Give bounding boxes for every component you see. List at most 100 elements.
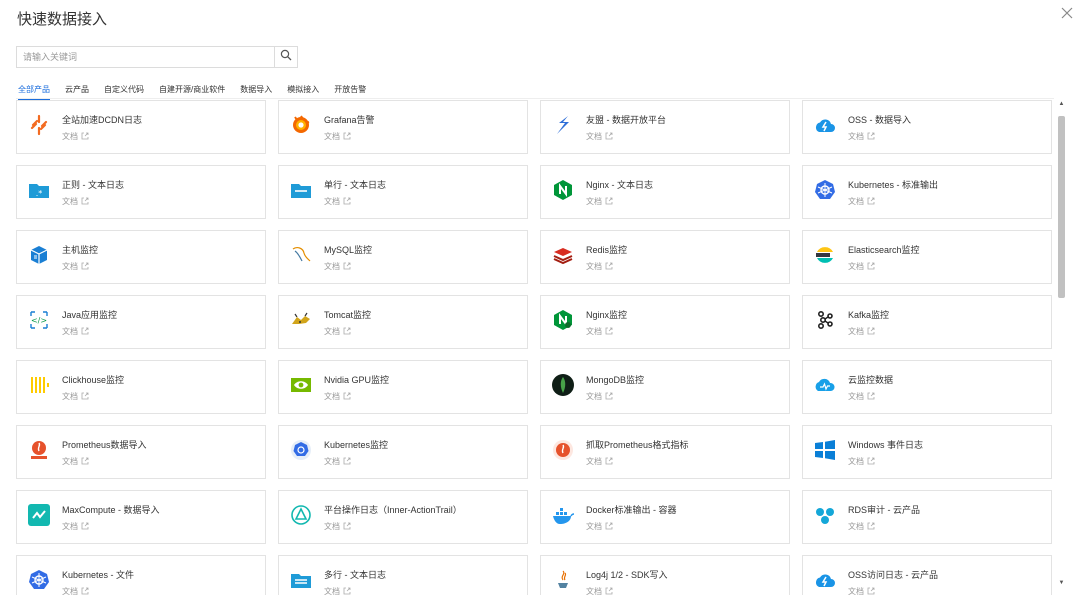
- integration-card[interactable]: MaxCompute - 数据导入 文档: [16, 490, 266, 544]
- doc-link[interactable]: 文档: [848, 521, 875, 532]
- card-title: Docker标准输出 - 容器: [586, 505, 677, 515]
- integration-card[interactable]: MongoDB监控 文档: [540, 360, 790, 414]
- integration-card[interactable]: Tomcat监控 文档: [278, 295, 528, 349]
- integration-card[interactable]: Redis监控 文档: [540, 230, 790, 284]
- external-link-icon: [864, 327, 875, 337]
- doc-link[interactable]: 文档: [324, 196, 351, 207]
- search-input[interactable]: [17, 47, 274, 67]
- integration-card[interactable]: Windows 事件日志 文档: [802, 425, 1052, 479]
- external-link-icon: [602, 587, 613, 595]
- doc-link[interactable]: 文档: [62, 196, 89, 207]
- integration-card[interactable]: 多行 - 文本日志 文档: [278, 555, 528, 595]
- doc-label: 文档: [586, 132, 602, 141]
- doc-link[interactable]: 文档: [62, 261, 89, 272]
- integration-card[interactable]: Nginx - 文本日志 文档: [540, 165, 790, 219]
- doc-link[interactable]: 文档: [848, 196, 875, 207]
- doc-link[interactable]: 文档: [324, 261, 351, 272]
- external-link-icon: [340, 197, 351, 207]
- doc-link[interactable]: 文档: [62, 326, 89, 337]
- doc-label: 文档: [324, 392, 340, 401]
- doc-link[interactable]: 文档: [848, 131, 875, 142]
- integration-card[interactable]: Docker标准输出 - 容器 文档: [540, 490, 790, 544]
- integration-card[interactable]: Elasticsearch监控 文档: [802, 230, 1052, 284]
- doc-link[interactable]: 文档: [586, 586, 613, 595]
- integration-card[interactable]: 主机监控 文档: [16, 230, 266, 284]
- integration-card[interactable]: MySQL监控 文档: [278, 230, 528, 284]
- external-link-icon: [78, 327, 89, 337]
- integration-card[interactable]: 平台操作日志（Inner-ActionTrail） 文档: [278, 490, 528, 544]
- tomcat-icon: [289, 308, 313, 332]
- doc-link[interactable]: 文档: [62, 456, 89, 467]
- doc-link[interactable]: 文档: [586, 391, 613, 402]
- card-title: Grafana告警: [324, 115, 375, 125]
- doc-link[interactable]: 文档: [62, 131, 89, 142]
- search-button[interactable]: [274, 47, 297, 67]
- integration-card[interactable]: Kubernetes监控 文档: [278, 425, 528, 479]
- doc-label: 文档: [324, 132, 340, 141]
- doc-link[interactable]: 文档: [586, 261, 613, 272]
- kafka-icon: [813, 308, 837, 332]
- scroll-down-icon[interactable]: ▼: [1058, 580, 1065, 587]
- doc-link[interactable]: 文档: [324, 521, 351, 532]
- doc-link[interactable]: 文档: [324, 456, 351, 467]
- integration-card[interactable]: 抓取Prometheus格式指标 文档: [540, 425, 790, 479]
- scrollbar[interactable]: ▲ ▼: [1057, 100, 1066, 588]
- doc-label: 文档: [848, 132, 864, 141]
- integration-card[interactable]: Prometheus数据导入 文档: [16, 425, 266, 479]
- doc-link[interactable]: 文档: [586, 196, 613, 207]
- doc-link[interactable]: 文档: [586, 326, 613, 337]
- doc-link[interactable]: 文档: [586, 521, 613, 532]
- doc-link[interactable]: 文档: [62, 391, 89, 402]
- integration-card[interactable]: OSS访问日志 - 云产品 文档: [802, 555, 1052, 595]
- external-link-icon: [340, 262, 351, 272]
- integration-card[interactable]: Nvidia GPU监控 文档: [278, 360, 528, 414]
- integration-card[interactable]: Kubernetes - 标准输出 文档: [802, 165, 1052, 219]
- doc-link[interactable]: 文档: [586, 131, 613, 142]
- doc-label: 文档: [62, 392, 78, 401]
- integration-card[interactable]: Nginx监控 文档: [540, 295, 790, 349]
- doc-link[interactable]: 文档: [848, 261, 875, 272]
- card-title: MySQL监控: [324, 245, 373, 255]
- card-title: Nginx监控: [586, 310, 628, 320]
- doc-link[interactable]: 文档: [324, 586, 351, 595]
- integration-card[interactable]: 云监控数据 文档: [802, 360, 1052, 414]
- card-title: Kubernetes - 文件: [62, 570, 135, 580]
- doc-link[interactable]: 文档: [848, 391, 875, 402]
- integration-card[interactable]: 单行 - 文本日志 文档: [278, 165, 528, 219]
- integration-card[interactable]: RDS审计 - 云产品 文档: [802, 490, 1052, 544]
- doc-label: 文档: [62, 522, 78, 531]
- integration-card[interactable]: .* 正则 - 文本日志 文档: [16, 165, 266, 219]
- doc-link[interactable]: 文档: [848, 326, 875, 337]
- search-icon: [280, 48, 292, 66]
- integration-card[interactable]: Kubernetes - 文件 文档: [16, 555, 266, 595]
- doc-link[interactable]: 文档: [848, 586, 875, 595]
- grafana-icon: [289, 113, 313, 137]
- card-title: 单行 - 文本日志: [324, 180, 386, 190]
- doc-label: 文档: [848, 522, 864, 531]
- doc-link[interactable]: 文档: [324, 131, 351, 142]
- close-icon[interactable]: [1058, 4, 1076, 22]
- scroll-up-icon[interactable]: ▲: [1058, 101, 1065, 108]
- integration-card[interactable]: Clickhouse监控 文档: [16, 360, 266, 414]
- external-link-icon: [602, 392, 613, 402]
- host-icon: [27, 243, 51, 267]
- doc-link[interactable]: 文档: [62, 521, 89, 532]
- integration-card[interactable]: Grafana告警 文档: [278, 100, 528, 154]
- doc-label: 文档: [324, 457, 340, 466]
- svg-text:</>: </>: [31, 316, 47, 325]
- dialog-title: 快速数据接入: [17, 11, 108, 28]
- integration-card[interactable]: 友盟 - 数据开放平台 文档: [540, 100, 790, 154]
- doc-link[interactable]: 文档: [586, 456, 613, 467]
- integration-card[interactable]: </> Java应用监控 文档: [16, 295, 266, 349]
- external-link-icon: [602, 327, 613, 337]
- integration-card[interactable]: Log4j 1/2 - SDK写入 文档: [540, 555, 790, 595]
- doc-link[interactable]: 文档: [324, 391, 351, 402]
- integration-card[interactable]: 全站加速DCDN日志 文档: [16, 100, 266, 154]
- doc-link[interactable]: 文档: [848, 456, 875, 467]
- doc-label: 文档: [586, 587, 602, 595]
- doc-link[interactable]: 文档: [324, 326, 351, 337]
- integration-card[interactable]: OSS - 数据导入 文档: [802, 100, 1052, 154]
- scrollbar-thumb[interactable]: [1058, 116, 1065, 298]
- doc-link[interactable]: 文档: [62, 586, 89, 595]
- integration-card[interactable]: Kafka监控 文档: [802, 295, 1052, 349]
